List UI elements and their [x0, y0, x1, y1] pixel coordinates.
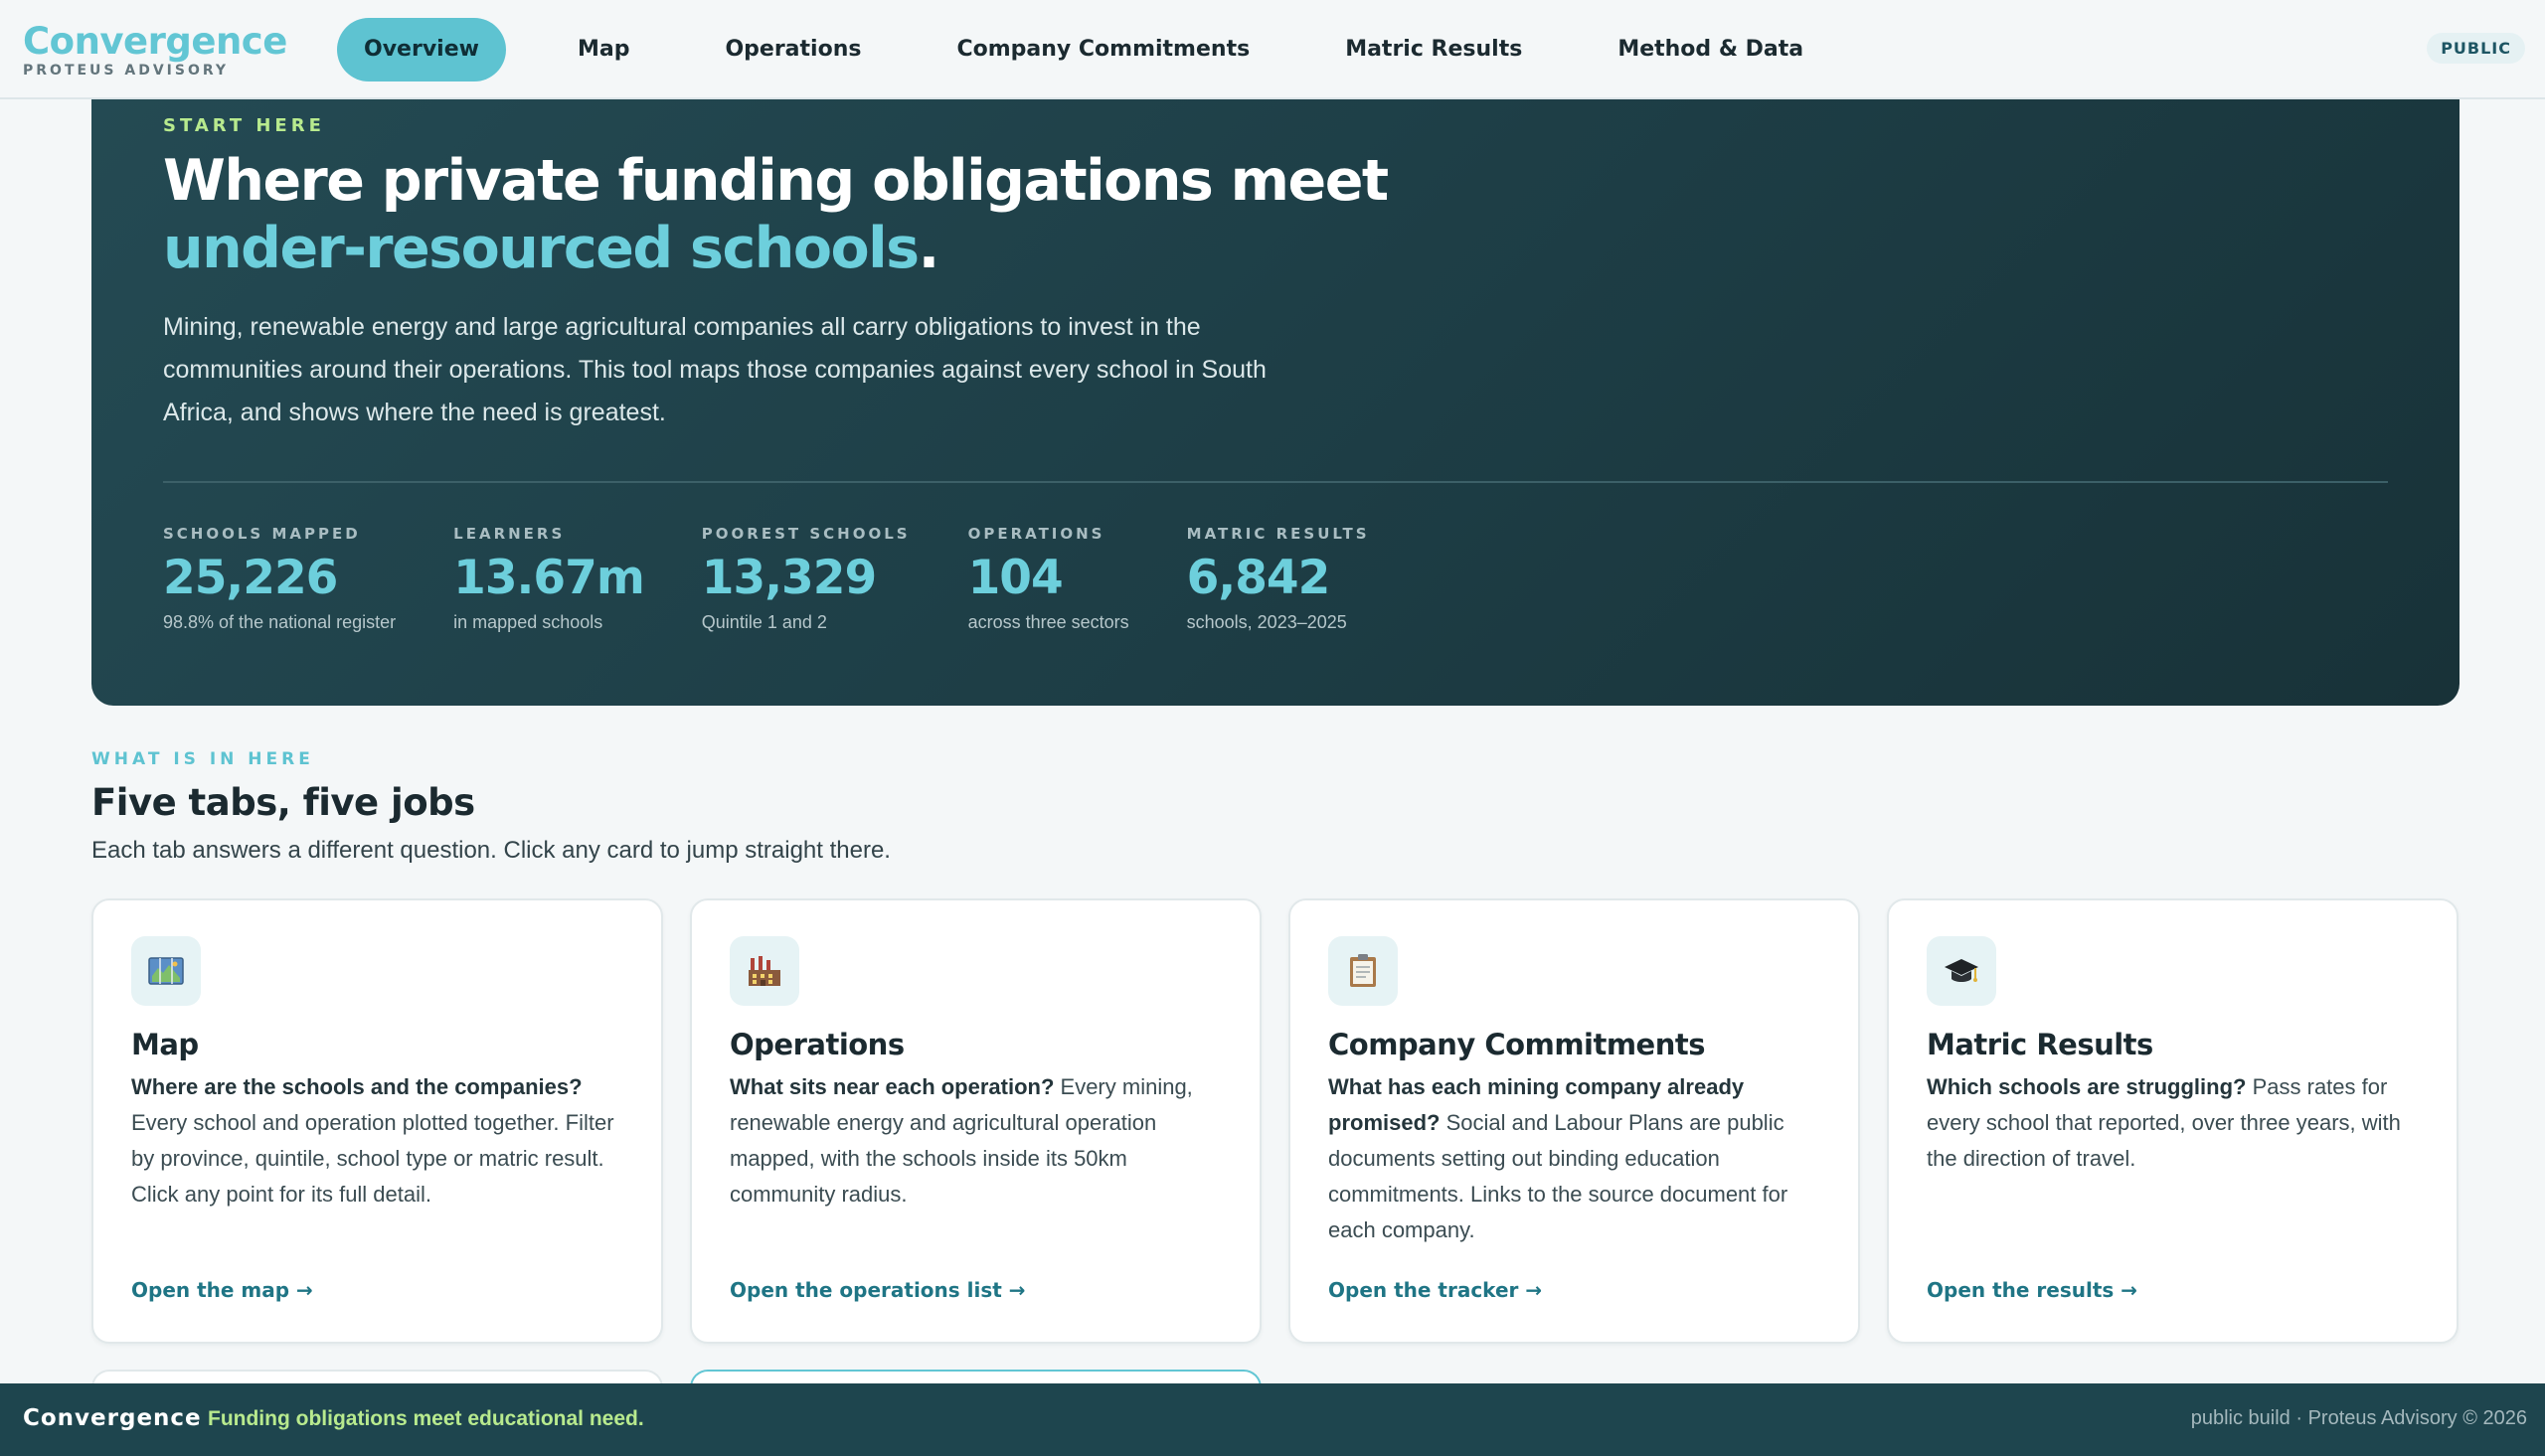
card-operations[interactable]: Operations What sits near each operation…	[690, 898, 1262, 1344]
hero-title-accent: under-resourced schools	[163, 216, 920, 281]
stat-value: 6,842	[1186, 551, 1331, 605]
open-tracker-link[interactable]: Open the tracker →	[1328, 1278, 1542, 1302]
brand-subtitle: PROTEUS ADVISORY	[23, 63, 230, 79]
tab-company-commitments[interactable]: Company Commitments	[931, 18, 1275, 81]
tab-overview[interactable]: Overview	[337, 18, 506, 81]
stats-row: SCHOOLS MAPPED 25,226 98.8% of the natio…	[163, 525, 1428, 633]
brand-logo[interactable]: Convergence PROTEUS ADVISORY	[23, 20, 287, 80]
card-title: Map	[131, 1028, 199, 1061]
card-question: Which schools are struggling?	[1927, 1074, 2247, 1099]
map-icon	[131, 936, 201, 1006]
stat-poorest-schools: POOREST SCHOOLS 13,329 Quintile 1 and 2	[702, 525, 911, 633]
public-badge: PUBLIC	[2427, 33, 2525, 64]
open-results-link[interactable]: Open the results →	[1927, 1278, 2137, 1302]
card-description: Which schools are struggling? Pass rates…	[1927, 1069, 2434, 1177]
tab-map[interactable]: Map	[552, 18, 656, 81]
stat-learners: LEARNERS 13.67m in mapped schools	[453, 525, 645, 633]
stat-operations: OPERATIONS 104 across three sectors	[968, 525, 1129, 633]
footer-brand: Convergence	[23, 1405, 202, 1431]
card-title: Matric Results	[1927, 1028, 2153, 1061]
card-title: Company Commitments	[1328, 1028, 1706, 1061]
card-question: Where are the schools and the companies?	[131, 1074, 583, 1099]
stat-value: 13,329	[701, 551, 877, 605]
stat-caption: 98.8% of the national register	[163, 612, 397, 632]
stat-value: 25,226	[163, 551, 338, 605]
top-navigation: Convergence PROTEUS ADVISORY Overview Ma…	[0, 0, 2545, 99]
card-description: What sits near each operation? Every min…	[730, 1069, 1237, 1213]
clipboard-icon	[1328, 936, 1398, 1006]
footer: Convergence Funding obligations meet edu…	[0, 1383, 2545, 1456]
open-operations-link[interactable]: Open the operations list →	[730, 1278, 1026, 1302]
hero-panel: START HERE Where private funding obligat…	[91, 99, 2460, 706]
stat-label: POOREST SCHOOLS	[701, 525, 911, 543]
hero-kicker: START HERE	[163, 115, 325, 136]
card-map[interactable]: Map Where are the schools and the compan…	[91, 898, 663, 1344]
stat-label: OPERATIONS	[967, 525, 1105, 543]
hero-title-line1: Where private funding obligations meet	[163, 148, 1389, 214]
card-description: What has each mining company already pro…	[1328, 1069, 1835, 1248]
card-question: What sits near each operation?	[730, 1074, 1055, 1099]
factory-icon	[730, 936, 799, 1006]
stat-caption: Quintile 1 and 2	[701, 612, 827, 632]
hero-divider	[163, 481, 2388, 483]
section-kicker: WHAT IS IN HERE	[91, 749, 314, 769]
hero-lede: Mining, renewable energy and large agric…	[163, 313, 1267, 426]
card-company-commitments[interactable]: Company Commitments What has each mining…	[1288, 898, 1860, 1344]
footer-tagline: Funding obligations meet educational nee…	[208, 1407, 644, 1430]
stat-value: 13.67m	[453, 551, 645, 605]
stat-label: SCHOOLS MAPPED	[163, 525, 361, 543]
stat-label: LEARNERS	[453, 525, 566, 543]
hero-title: Where private funding obligations meet u…	[163, 147, 1555, 282]
graduation-cap-icon	[1927, 936, 1996, 1006]
stat-value: 104	[967, 551, 1064, 605]
stat-caption: schools, 2023–2025	[1186, 612, 1347, 632]
stat-caption: across three sectors	[967, 612, 1129, 632]
stat-caption: in mapped schools	[453, 612, 603, 632]
stat-label: MATRIC RESULTS	[1186, 525, 1370, 543]
brand-name: Convergence	[23, 20, 287, 63]
stat-matric-results: MATRIC RESULTS 6,842 schools, 2023–2025	[1187, 525, 1370, 633]
card-body-text: Every school and operation plotted toget…	[131, 1110, 614, 1207]
card-matric-results[interactable]: Matric Results Which schools are struggl…	[1887, 898, 2459, 1344]
tab-method-data[interactable]: Method & Data	[1592, 18, 1829, 81]
section-title: Five tabs, five jobs	[91, 781, 475, 824]
hero-title-end: .	[918, 216, 940, 281]
footer-copyright: public build · Proteus Advisory © 2026	[2190, 1407, 2527, 1429]
open-map-link[interactable]: Open the map →	[131, 1278, 313, 1302]
tab-matric-results[interactable]: Matric Results	[1319, 18, 1548, 81]
stat-schools-mapped: SCHOOLS MAPPED 25,226 98.8% of the natio…	[163, 525, 396, 633]
tab-operations[interactable]: Operations	[699, 18, 887, 81]
card-description: Where are the schools and the companies?…	[131, 1069, 638, 1213]
nav-tabs: Overview Map Operations Company Commitme…	[337, 18, 1873, 81]
section-subtitle: Each tab answers a different question. C…	[91, 837, 891, 864]
tab-cards: Map Where are the schools and the compan…	[91, 898, 2460, 1344]
card-title: Operations	[730, 1028, 905, 1061]
